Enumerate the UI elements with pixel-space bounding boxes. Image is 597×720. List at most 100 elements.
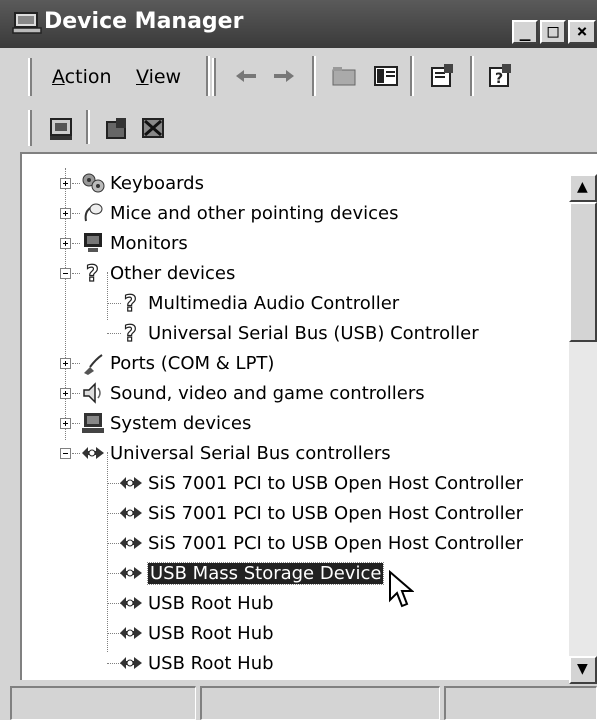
- expand-icon[interactable]: [60, 238, 71, 249]
- help-icon[interactable]: ?: [486, 62, 514, 90]
- tree-item-label: USB Mass Storage Device: [146, 562, 385, 585]
- tree-category[interactable]: Universal Serial Bus controllers: [22, 438, 567, 468]
- scroll-thumb[interactable]: [569, 202, 597, 342]
- menu-action[interactable]: Action: [52, 66, 112, 88]
- expand-icon[interactable]: [60, 388, 71, 399]
- tree-item-label: Keyboards: [110, 173, 204, 194]
- speaker-icon: [83, 382, 101, 404]
- scroll-down-button[interactable]: ▼: [569, 656, 597, 684]
- tree-item-label: Monitors: [110, 233, 188, 254]
- toolbar-separator: [86, 110, 90, 144]
- keyboard-icon: [82, 173, 105, 193]
- maximize-button[interactable]: □: [540, 20, 566, 44]
- collapse-icon[interactable]: [60, 448, 71, 459]
- tree-item-label: Sound, video and game controllers: [110, 383, 425, 404]
- expand-icon[interactable]: [60, 208, 71, 219]
- menu-grip: [28, 58, 32, 96]
- tree-item-label: Other devices: [110, 263, 236, 284]
- usb-icon: [120, 507, 142, 519]
- tree-item-label: USB Root Hub: [148, 593, 274, 614]
- svg-text:?: ?: [124, 322, 137, 345]
- up-folder-icon[interactable]: [330, 62, 358, 90]
- toolbar-grip: [212, 58, 216, 96]
- tree-item-label: Universal Serial Bus (USB) Controller: [148, 323, 479, 344]
- tree-item-label: Universal Serial Bus controllers: [110, 443, 391, 464]
- tree-category[interactable]: System devices: [22, 408, 567, 438]
- tree-device[interactable]: USB Root Hub: [22, 588, 567, 618]
- tree-item-label: Multimedia Audio Controller: [148, 293, 400, 314]
- tree-item-label: Ports (COM & LPT): [110, 353, 275, 374]
- tree-device[interactable]: SiS 7001 PCI to USB Open Host Controller: [22, 468, 567, 498]
- tree-connector: [72, 183, 80, 184]
- tree-device[interactable]: USB Mass Storage Device: [22, 558, 567, 588]
- tree-item-label: USB Root Hub: [148, 623, 274, 644]
- port-icon: [84, 354, 103, 375]
- tree-item-label: SiS 7001 PCI to USB Open Host Controller: [148, 533, 524, 554]
- tree-connector: [72, 273, 80, 274]
- tree-category[interactable]: Monitors: [22, 228, 567, 258]
- expand-icon[interactable]: [60, 418, 71, 429]
- tree-category[interactable]: Sound, video and game controllers: [22, 378, 567, 408]
- tree-item-label: System devices: [110, 413, 252, 434]
- toolbar-separator: [206, 56, 210, 96]
- usb-icon: [82, 447, 104, 459]
- usb-icon: [120, 567, 142, 579]
- tree-item-label: Mice and other pointing devices: [110, 203, 399, 224]
- tree-connector: [72, 213, 80, 214]
- usb-icon: [120, 597, 142, 609]
- tree-connector: [72, 393, 80, 394]
- tree-connector: [72, 363, 80, 364]
- usb-icon: [120, 477, 142, 489]
- toolbar2-grip: [28, 110, 32, 146]
- tree-category[interactable]: Mice and other pointing devices: [22, 198, 567, 228]
- properties-icon[interactable]: [428, 62, 456, 90]
- mouse-icon: [84, 203, 103, 222]
- collapse-icon[interactable]: [60, 268, 71, 279]
- tree-category[interactable]: Keyboards: [22, 168, 567, 198]
- scan-hardware-icon[interactable]: [48, 116, 74, 142]
- toolbar-separator: [470, 56, 474, 96]
- status-pane-3: [444, 686, 597, 720]
- usb-icon: [120, 627, 142, 639]
- vertical-scrollbar[interactable]: ▲ ▼: [569, 174, 597, 684]
- expand-icon[interactable]: [60, 358, 71, 369]
- device-manager-icon: [12, 12, 42, 34]
- window-title: Device Manager: [44, 9, 244, 34]
- svg-text:?: ?: [86, 262, 99, 285]
- tree-category[interactable]: ? Other devices: [22, 258, 567, 288]
- usb-icon: [120, 657, 142, 669]
- tree-device[interactable]: USB Root Hub: [22, 618, 567, 648]
- status-pane-1: [10, 686, 196, 720]
- tree-connector: [72, 453, 80, 454]
- tree-item-label: SiS 7001 PCI to USB Open Host Controller: [148, 473, 524, 494]
- svg-text:?: ?: [495, 71, 503, 87]
- scroll-up-icon: ▲: [577, 179, 588, 195]
- tree-connector: [72, 423, 80, 424]
- usb-icon: [120, 537, 142, 549]
- unknown-device-icon: ?: [123, 321, 137, 345]
- scroll-down-icon: ▼: [577, 661, 588, 677]
- computer-icon: [82, 413, 104, 433]
- scroll-up-button[interactable]: ▲: [569, 174, 597, 202]
- tree-device[interactable]: SiS 7001 PCI to USB Open Host Controller: [22, 498, 567, 528]
- tree-category[interactable]: Ports (COM & LPT): [22, 348, 567, 378]
- close-button[interactable]: ×: [568, 20, 596, 44]
- status-pane-2: [200, 686, 440, 720]
- tree-device[interactable]: SiS 7001 PCI to USB Open Host Controller: [22, 528, 567, 558]
- unknown-device-icon: ?: [85, 261, 99, 285]
- forward-arrow-icon[interactable]: [270, 62, 298, 90]
- tree-device[interactable]: USB Root Hub: [22, 648, 567, 678]
- tree-item-label: SiS 7001 PCI to USB Open Host Controller: [148, 503, 524, 524]
- monitor-icon: [84, 233, 102, 252]
- tree-item-label: USB Root Hub: [148, 653, 274, 674]
- tree-device[interactable]: ? Multimedia Audio Controller: [22, 288, 567, 318]
- uninstall-icon[interactable]: [140, 116, 166, 142]
- show-hide-tree-icon[interactable]: [372, 62, 400, 90]
- tree-device[interactable]: ? Universal Serial Bus (USB) Controller: [22, 318, 567, 348]
- svg-text:?: ?: [124, 292, 137, 315]
- menu-view[interactable]: View: [136, 66, 181, 88]
- back-arrow-icon[interactable]: [232, 62, 260, 90]
- minimize-button[interactable]: _: [512, 20, 538, 44]
- update-driver-icon[interactable]: [104, 116, 130, 142]
- expand-icon[interactable]: [60, 178, 71, 189]
